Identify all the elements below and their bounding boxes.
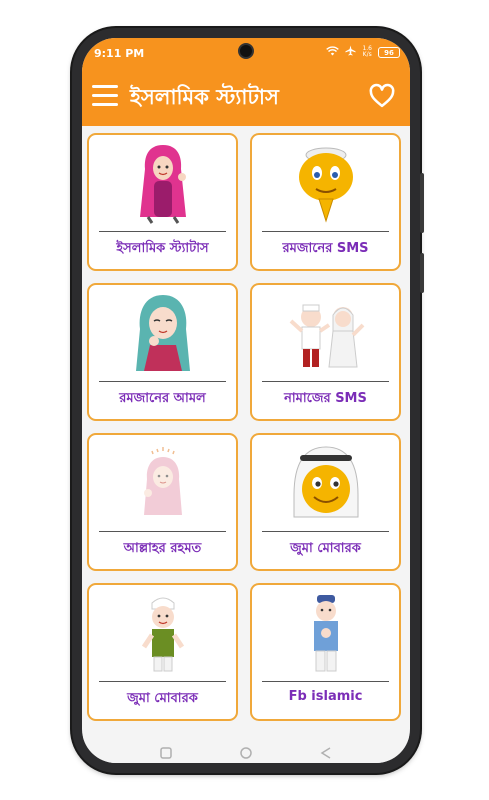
status-icons: 1.6 K/s 96 <box>326 45 400 59</box>
waving-kids-icon <box>252 291 399 375</box>
category-card-islamic-status[interactable]: ইসলামিক স্ট্যাটাস <box>87 133 238 271</box>
category-card-namaz-sms[interactable]: নামাজের SMS <box>250 283 401 421</box>
card-label: ইসলামিক স্ট্যাটাস <box>116 241 209 256</box>
praying-boy-icon <box>252 591 399 675</box>
card-divider <box>99 381 226 382</box>
category-card-juma-mubarak[interactable]: জুমা মোবারক <box>250 433 401 571</box>
back-icon[interactable] <box>320 744 332 759</box>
recents-icon[interactable] <box>160 744 172 759</box>
arab-emoji-icon <box>252 441 399 525</box>
category-card-fb-islamic[interactable]: Fb islamic <box>250 583 401 721</box>
category-card-ramadan-sms[interactable]: রমজানের SMS <box>250 133 401 271</box>
card-label: আল্লাহর রহমত <box>123 541 202 556</box>
system-nav-bar <box>82 737 410 763</box>
card-label: Fb islamic <box>288 689 363 704</box>
card-divider <box>99 531 226 532</box>
card-label: জুমা মোবারক <box>290 541 361 556</box>
category-grid: ইসলামিক স্ট্যাটাস রমজানের SMS রমজানের আম… <box>87 133 405 721</box>
app-bar: ইসলামিক স্ট্যাটাস <box>82 68 410 126</box>
category-card-juma-mubarak-2[interactable]: জুমা মোবারক <box>87 583 238 721</box>
category-card-ramadan-amal[interactable]: রমজানের আমল <box>87 283 238 421</box>
front-camera <box>238 43 254 59</box>
card-label: নামাজের SMS <box>284 391 367 406</box>
category-card-allah-rahmat[interactable]: আল্লাহর রহমত <box>87 433 238 571</box>
card-divider <box>262 381 389 382</box>
home-icon[interactable] <box>240 744 252 759</box>
app-title: ইসলামিক স্ট্যাটাস <box>130 85 279 109</box>
card-label: রমজানের SMS <box>282 241 369 256</box>
status-time: 9:11 PM <box>94 47 145 60</box>
battery-icon: 96 <box>378 46 400 58</box>
signal-icon: 1.6 K/s <box>362 45 372 58</box>
card-divider <box>262 231 389 232</box>
menu-icon[interactable] <box>92 85 118 107</box>
wifi-icon <box>326 45 340 59</box>
phone-frame: 9:11 PM 1.6 K/s 96 ইসলামিক স্ট্যাটাস ইসল… <box>72 28 424 773</box>
praying-emoji-icon <box>252 141 399 225</box>
status-bar: 9:11 PM 1.6 K/s 96 <box>82 38 410 68</box>
card-label: জুমা মোবারক <box>127 691 198 706</box>
card-divider <box>262 531 389 532</box>
hijab-girl-teal-icon <box>89 291 236 375</box>
hijab-girl-icon <box>89 141 236 225</box>
card-label: রমজানের আমল <box>119 391 206 406</box>
pink-hijab-child-icon <box>89 441 236 525</box>
card-divider <box>99 231 226 232</box>
airplane-icon <box>345 45 356 59</box>
card-divider <box>99 681 226 682</box>
thumbs-up-boy-icon <box>89 591 236 675</box>
power-button <box>420 173 424 233</box>
screen: 9:11 PM 1.6 K/s 96 ইসলামিক স্ট্যাটাস ইসল… <box>82 38 410 763</box>
card-divider <box>262 681 389 682</box>
heart-icon[interactable] <box>368 82 396 110</box>
volume-button <box>420 253 424 293</box>
